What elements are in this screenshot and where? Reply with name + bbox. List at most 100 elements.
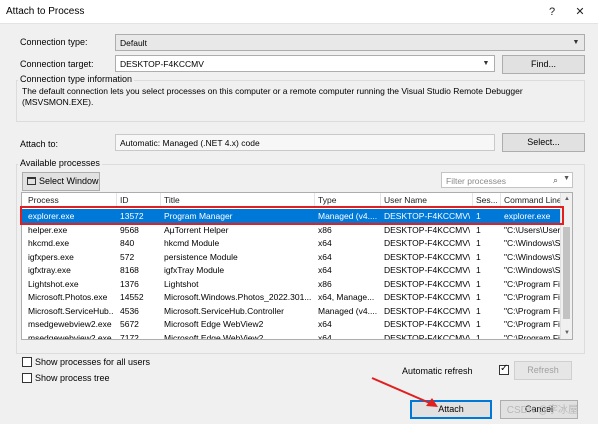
cell-command-line: "C:\Program Fi: [504, 332, 560, 340]
process-row[interactable]: msedgewebview2.exe 5672 Microsoft Edge Web…: [22, 317, 562, 331]
cell-command-line: "C:\Windows\S: [504, 265, 561, 275]
cell-session: 1: [476, 238, 481, 248]
cell-type: x64: [318, 238, 332, 248]
automatic-refresh-checkbox[interactable]: [499, 363, 509, 375]
attach-to-field: Automatic: Managed (.NET 4.x) code: [115, 134, 495, 151]
cell-title: Microsoft Edge WebView2: [164, 332, 264, 340]
process-row[interactable]: igfxtray.exe 8168 igfxTray Module x64 DESKTO…: [22, 263, 562, 277]
scroll-down-icon[interactable]: ▼: [561, 327, 572, 339]
cell-id: 7172: [120, 332, 139, 340]
show-process-tree-label[interactable]: Show process tree: [35, 373, 110, 383]
connection-target-label: Connection target:: [20, 59, 94, 69]
connection-info-text: The default connection lets you select p…: [22, 86, 523, 107]
connection-info-title: Connection type information: [18, 74, 135, 84]
cell-command-line: "C:\Program Fi: [504, 305, 560, 316]
cell-process: Lightshot.exe: [28, 278, 79, 289]
available-processes-title: Available processes: [18, 158, 102, 168]
cell-title: Microsoft Edge WebView2: [164, 319, 264, 329]
cell-user-name: DESKTOP-F4KCCMV\...: [384, 332, 470, 340]
cell-session: 1: [476, 251, 481, 262]
chevron-down-icon: ▼: [572, 39, 580, 46]
show-process-tree-checkbox[interactable]: [22, 373, 32, 383]
scroll-up-icon[interactable]: ▲: [561, 193, 572, 205]
connection-type-dropdown[interactable]: Default ▼: [115, 34, 585, 51]
cell-session: 1: [476, 332, 481, 340]
cell-process: igfxpers.exe: [28, 251, 74, 262]
column-header-title[interactable]: Title: [164, 195, 314, 205]
cell-title: Microsoft.Windows.Photos_2022.301...: [164, 292, 312, 302]
window-title: Attach to Process: [6, 6, 85, 17]
cell-process: msedgewebview2.exe: [28, 319, 112, 329]
cell-process: hkcmd.exe: [28, 238, 70, 248]
chevron-down-icon[interactable]: ▼: [563, 175, 570, 182]
column-header-process[interactable]: Process: [28, 195, 108, 205]
cell-type: x64: [318, 319, 332, 329]
filter-processes-input[interactable]: Filter processes ⌕ ▼: [441, 172, 573, 188]
cell-title: hkcmd Module: [164, 238, 220, 248]
cell-process: Microsoft.Photos.exe: [28, 292, 108, 302]
process-row[interactable]: Microsoft.ServiceHub... 4536 Microsoft.Ser…: [22, 304, 562, 318]
cell-command-line: "C:\Users\User: [504, 224, 561, 235]
refresh-button[interactable]: Refresh: [514, 361, 572, 380]
process-row[interactable]: msedgewebview2.exe 7172 Microsoft Edge Web…: [22, 331, 562, 340]
annotation-arrow: [371, 377, 438, 407]
cell-type: x64: [318, 265, 332, 275]
process-row[interactable]: Lightshot.exe 1376 Lightshot x86 DESKTOP-F4K…: [22, 277, 562, 291]
cell-title: Lightshot: [164, 278, 199, 289]
close-icon[interactable]: ✕: [568, 3, 592, 21]
cell-type: x64, Manage...: [318, 292, 375, 302]
show-all-users-checkbox[interactable]: [22, 357, 32, 367]
select-button[interactable]: Select...: [502, 133, 585, 152]
cell-type: x86: [318, 278, 332, 289]
cell-user-name: DESKTOP-F4KCCMV\...: [384, 224, 470, 235]
cell-user-name: DESKTOP-F4KCCMV\...: [384, 305, 470, 316]
process-row[interactable]: Microsoft.Photos.exe 14552 Microsoft.Windo…: [22, 290, 562, 304]
cell-session: 1: [476, 224, 481, 235]
cell-type: x86: [318, 224, 332, 235]
column-header-command-line[interactable]: Command Line: [504, 195, 562, 205]
filter-placeholder: Filter processes: [446, 176, 506, 186]
show-all-users-label[interactable]: Show processes for all users: [35, 357, 150, 367]
cell-type: x64: [318, 251, 332, 262]
scrollbar-thumb[interactable]: [563, 227, 570, 319]
cell-command-line: "C:\Program Fi: [504, 292, 560, 302]
cell-process: msedgewebview2.exe: [28, 332, 112, 340]
cell-id: 14552: [120, 292, 144, 302]
cell-user-name: DESKTOP-F4KCCMV\...: [384, 319, 470, 329]
cell-type: Managed (v4....: [318, 305, 378, 316]
cell-title: igfxTray Module: [164, 265, 225, 275]
column-header-type[interactable]: Type: [318, 195, 378, 205]
help-icon[interactable]: ?: [540, 3, 564, 21]
cell-title: persistence Module: [164, 251, 238, 262]
cell-title: Microsoft.ServiceHub.Controller: [164, 305, 284, 316]
cell-process: Microsoft.ServiceHub...: [28, 305, 114, 316]
connection-target-input[interactable]: DESKTOP-F4KCCMV ▼: [115, 55, 495, 72]
column-header-id[interactable]: ID: [120, 195, 155, 205]
watermark: CSDN @字冰屋: [506, 405, 578, 416]
cell-id: 5672: [120, 319, 139, 329]
chevron-down-icon: ▼: [482, 60, 490, 67]
title-bar: Attach to Process ? ✕: [0, 0, 598, 24]
cell-user-name: DESKTOP-F4KCCMV\...: [384, 251, 470, 262]
attach-to-label: Attach to:: [20, 139, 59, 149]
cell-type: x64: [318, 332, 332, 340]
cell-id: 4536: [120, 305, 139, 316]
process-row[interactable]: hkcmd.exe 840 hkcmd Module x64 DESKTOP-F4KCC…: [22, 236, 562, 250]
process-row[interactable]: igfxpers.exe 572 persistence Module x64 DESK…: [22, 250, 562, 264]
select-window-label: Select Window: [39, 176, 99, 186]
cell-command-line: "C:\Program Fi: [504, 278, 560, 289]
cell-session: 1: [476, 292, 481, 302]
cell-user-name: DESKTOP-F4KCCMV\...: [384, 238, 470, 248]
cell-session: 1: [476, 278, 481, 289]
cell-session: 1: [476, 319, 481, 329]
select-window-button[interactable]: Select Window: [22, 172, 100, 191]
cell-session: 1: [476, 265, 481, 275]
attach-to-value: Automatic: Managed (.NET 4.x) code: [120, 138, 260, 148]
find-button[interactable]: Find...: [502, 55, 585, 74]
cell-user-name: DESKTOP-F4KCCMV\...: [384, 278, 470, 289]
cell-title: AµTorrent Helper: [164, 224, 229, 235]
cell-command-line: "C:\Windows\S: [504, 251, 561, 262]
connection-type-label: Connection type:: [20, 37, 88, 47]
column-header-session[interactable]: Ses...: [476, 195, 498, 205]
column-header-user-name[interactable]: User Name: [384, 195, 469, 205]
